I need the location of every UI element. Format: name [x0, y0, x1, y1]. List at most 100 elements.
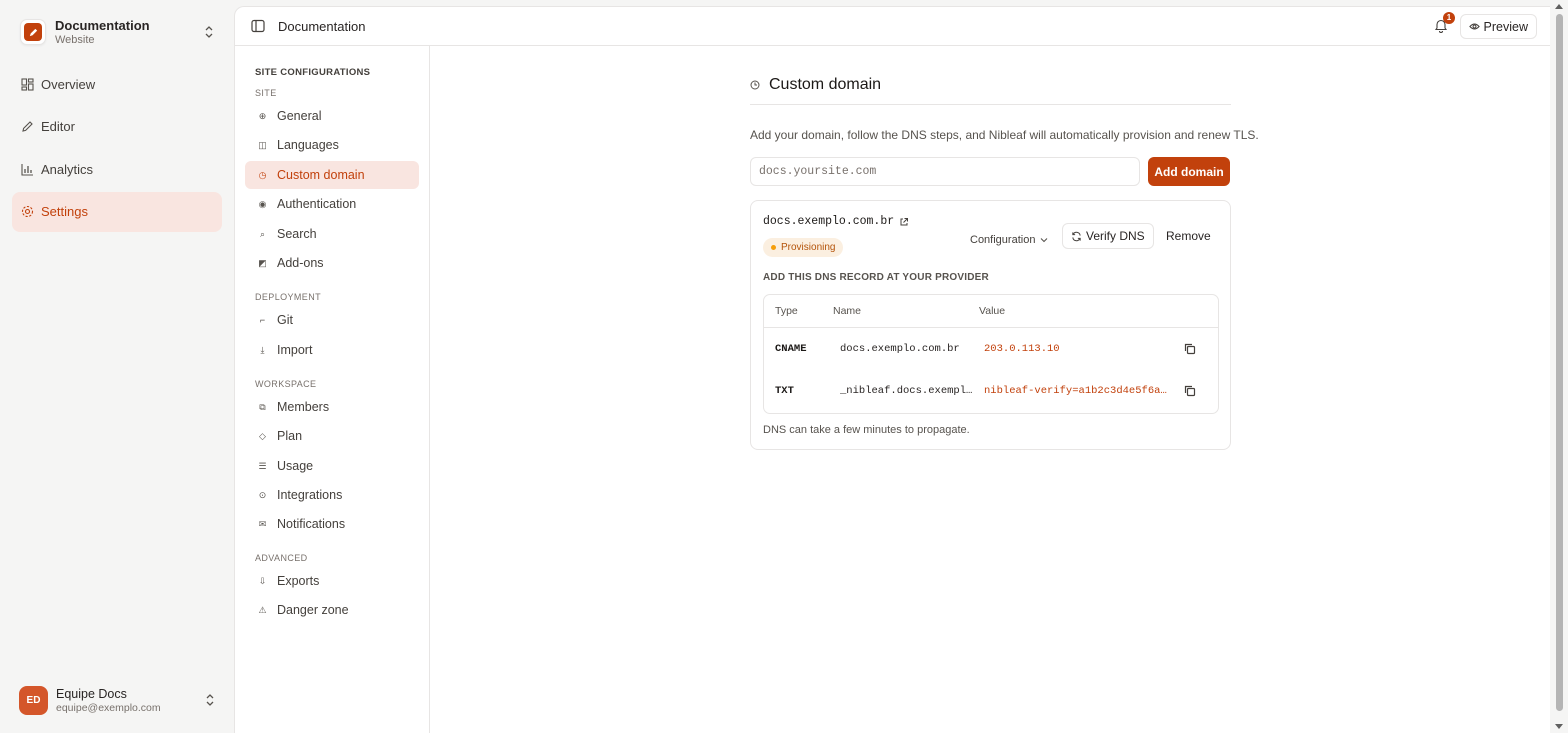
add-domain-button[interactable]: Add domain — [1148, 157, 1230, 186]
group-label-advanced: ADVANCED — [255, 553, 308, 563]
notifications-button[interactable]: 1 — [1434, 12, 1455, 34]
diamond-icon: ◇ — [259, 430, 266, 441]
scroll-down-icon[interactable] — [1555, 724, 1563, 729]
dns-records-table: Type Name Value CNAME docs.exemplo.com.b… — [763, 294, 1219, 414]
settings-item-notifications[interactable]: ✉ Notifications — [245, 510, 419, 538]
user-email: equipe@exemplo.com — [56, 701, 161, 714]
mail-icon: ✉ — [258, 518, 267, 529]
settings-item-label: Languages — [277, 138, 339, 152]
settings-item-import[interactable]: ⤓ Import — [245, 336, 419, 364]
configuration-label: Configuration — [970, 234, 1036, 246]
domain-name-text: docs.exemplo.com.br — [763, 215, 895, 228]
scrollbar[interactable] — [1551, 0, 1568, 733]
remove-button[interactable]: Remove — [1166, 229, 1211, 243]
section-title: Custom domain — [750, 76, 881, 94]
arrow-down-icon: ⇩ — [258, 575, 267, 586]
preview-label: Preview — [1483, 19, 1528, 34]
dns-note: DNS can take a few minutes to propagate. — [763, 424, 970, 436]
verify-dns-label: Verify DNS — [1086, 229, 1145, 243]
settings-item-custom-domain[interactable]: ◷ Custom domain — [245, 161, 419, 189]
clock-icon: ◷ — [258, 169, 267, 180]
workspace-switcher[interactable]: Documentation Website — [12, 12, 222, 52]
user-name: Equipe Docs — [56, 686, 127, 701]
settings-item-label: Notifications — [277, 517, 346, 531]
table-row: CNAME docs.exemplo.com.br 203.0.113.10 — [764, 328, 1218, 370]
settings-item-label: General — [277, 109, 322, 123]
table-row: TXT _nibleaf.docs.exemplo.com.br nibleaf… — [764, 370, 1218, 412]
download-icon: ⤓ — [260, 344, 265, 355]
settings-heading: SITE CONFIGURATIONS — [255, 67, 371, 78]
preview-button[interactable]: Preview — [1459, 14, 1537, 39]
domain-card: docs.exemplo.com.br Provisioning Configu… — [750, 200, 1231, 450]
nav-item-analytics[interactable]: Analytics — [12, 149, 222, 189]
settings-nav: SITE CONFIGURATIONS SITE ⊕ General ◫ Lan… — [235, 46, 430, 733]
main-nav: Overview Editor Analytics Settings — [12, 64, 222, 234]
external-link-icon[interactable] — [899, 217, 909, 227]
workspace-title: Documentation — [55, 18, 150, 33]
nav-item-overview[interactable]: Overview — [12, 64, 222, 104]
settings-item-label: Import — [277, 343, 313, 357]
section-title-text: Custom domain — [769, 76, 882, 93]
record-value: nibleaf-verify=a1b2c3d4e5f6a7b8c9d0 — [984, 385, 1171, 397]
record-value: 203.0.113.10 — [984, 343, 1060, 355]
settings-item-label: Members — [277, 400, 330, 414]
bar-chart-icon — [20, 162, 34, 176]
domain-name[interactable]: docs.exemplo.com.br — [763, 215, 909, 228]
pencil-icon — [20, 120, 34, 134]
settings-item-usage[interactable]: ☰ Usage — [245, 452, 419, 480]
avatar: ED — [19, 685, 48, 715]
settings-item-languages[interactable]: ◫ Languages — [245, 131, 419, 159]
topbar: Documentation 1 Preview — [235, 7, 1550, 46]
users-icon: ⧉ — [259, 401, 266, 412]
refresh-icon — [1072, 231, 1081, 241]
book-icon: ◫ — [258, 139, 267, 150]
settings-item-label: Authentication — [277, 197, 357, 211]
record-name: docs.exemplo.com.br — [840, 343, 960, 355]
user-menu[interactable]: ED Equipe Docs equipe@exemplo.com — [12, 680, 222, 720]
settings-item-label: Search — [277, 227, 317, 241]
nav-item-label: Settings — [41, 204, 88, 219]
configuration-dropdown[interactable]: Configuration — [970, 230, 1048, 250]
copy-icon[interactable] — [1183, 342, 1197, 356]
verify-dns-button[interactable]: Verify DNS — [1062, 223, 1154, 249]
main-panel: Documentation 1 Preview SITE CONFIGURATI… — [234, 6, 1550, 733]
nav-item-editor[interactable]: Editor — [12, 107, 222, 147]
settings-item-exports[interactable]: ⇩ Exports — [245, 567, 419, 595]
fingerprint-icon: ◉ — [258, 198, 267, 209]
gear-icon — [20, 205, 34, 219]
domain-input[interactable] — [750, 157, 1140, 186]
scroll-up-icon[interactable] — [1555, 4, 1563, 9]
settings-item-label: Danger zone — [277, 603, 349, 617]
settings-item-addons[interactable]: ◩ Add-ons — [245, 249, 419, 277]
record-name: _nibleaf.docs.exemplo.com.br — [840, 385, 977, 397]
settings-item-authentication[interactable]: ◉ Authentication — [245, 190, 419, 218]
settings-item-integrations[interactable]: ⊙ Integrations — [245, 481, 419, 509]
section-description: Add your domain, follow the DNS steps, a… — [750, 128, 1259, 142]
settings-item-label: Custom domain — [277, 168, 365, 182]
nav-item-label: Editor — [41, 119, 75, 134]
warning-icon: ⚠ — [258, 604, 267, 615]
settings-item-label: Git — [277, 313, 293, 327]
settings-item-label: Exports — [277, 574, 320, 588]
plug-icon: ⊙ — [258, 489, 267, 500]
nav-item-label: Overview — [41, 76, 96, 92]
settings-item-general[interactable]: ⊕ General — [245, 102, 419, 130]
settings-item-plan[interactable]: ◇ Plan — [245, 422, 419, 450]
settings-item-git[interactable]: ⌐ Git — [245, 306, 419, 334]
sidebar-toggle-icon[interactable] — [251, 19, 265, 33]
status-badge: Provisioning — [763, 238, 844, 257]
eye-icon — [1468, 23, 1480, 30]
group-label-workspace: WORKSPACE — [255, 379, 317, 389]
nav-item-settings[interactable]: Settings — [12, 191, 222, 232]
settings-item-search[interactable]: ⌕ Search — [245, 220, 419, 248]
database-icon: ☰ — [258, 460, 267, 471]
record-type: TXT — [775, 385, 794, 397]
settings-item-danger-zone[interactable]: ⚠ Danger zone — [245, 596, 419, 624]
scroll-thumb[interactable] — [1556, 14, 1563, 711]
page-title: Documentation — [278, 18, 366, 34]
copy-icon[interactable] — [1183, 384, 1197, 398]
settings-item-members[interactable]: ⧉ Members — [245, 393, 419, 421]
record-type: CNAME — [775, 343, 807, 355]
workspace-logo — [20, 19, 46, 45]
settings-item-label: Add-ons — [277, 256, 324, 270]
